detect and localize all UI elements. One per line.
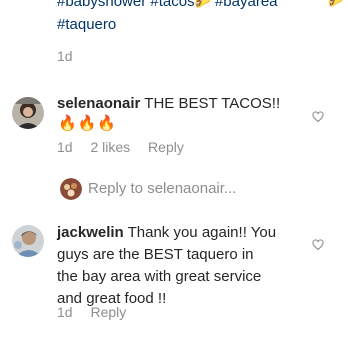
comment-selenaonair: selenaonair THE BEST TACOS!!: [57, 93, 307, 115]
caption-meta: 1d: [57, 48, 87, 64]
likes-count[interactable]: 2 likes: [90, 139, 130, 155]
reply-button[interactable]: Reply: [148, 139, 184, 155]
avatar-jackwelin[interactable]: [12, 225, 44, 257]
comment-time: 1d: [57, 139, 73, 155]
reply-button[interactable]: Reply: [90, 304, 126, 320]
comment-time: 1d: [57, 304, 73, 320]
hashtag-babyshower[interactable]: #babyshower: [57, 0, 146, 10]
comment-text: THE BEST TACOS!!: [144, 95, 281, 112]
heart-outline-icon[interactable]: [312, 110, 324, 128]
comment-jackwelin: jackwelin Thank you again!! You guys are…: [57, 222, 307, 310]
caption-text: #babyshower #tacos🌮 #bayarea #taquero: [57, 0, 345, 36]
avatar-selenaonair[interactable]: [12, 97, 44, 129]
caption-line-1: #babyshower #tacos🌮 #bayarea: [57, 0, 345, 13]
taco-emoji: 🌮: [194, 0, 211, 9]
clipped-emoji: 🌮: [328, 0, 343, 8]
own-avatar: [60, 178, 82, 200]
comment-line-1: jackwelin Thank you again!! You: [57, 222, 307, 244]
reply-input[interactable]: Reply to selenaonair...: [88, 180, 236, 197]
heart-outline-icon[interactable]: [312, 238, 324, 256]
comment-text-line: Thank you again!! You: [127, 224, 277, 241]
comment-text-line: guys are the BEST taquero in: [57, 246, 254, 263]
comment-meta: 1d Reply: [57, 304, 140, 320]
username-jackwelin[interactable]: jackwelin: [57, 224, 124, 241]
comment-meta: 1d 2 likes Reply: [57, 139, 198, 155]
hashtag-taquero[interactable]: #taquero: [57, 13, 345, 36]
hashtag-bayarea[interactable]: #bayarea: [215, 0, 278, 10]
username-selenaonair[interactable]: selenaonair: [57, 95, 140, 112]
comment-text-line: the bay area with great service: [57, 268, 262, 285]
fire-emoji: 🔥🔥🔥: [58, 115, 118, 132]
caption-time: 1d: [57, 48, 73, 64]
hashtag-tacos[interactable]: #tacos: [150, 0, 194, 10]
